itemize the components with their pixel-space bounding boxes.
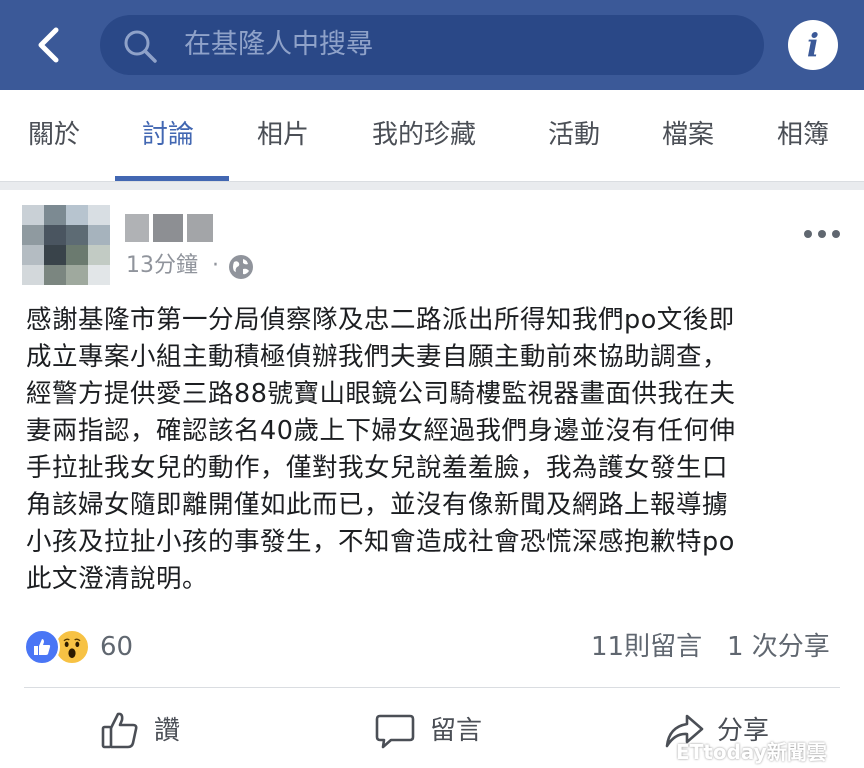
tab-albums[interactable]: 相簿 xyxy=(777,118,829,152)
like-button[interactable]: 讚 xyxy=(100,710,210,754)
tab-events[interactable]: 活動 xyxy=(548,118,600,152)
info-icon: i xyxy=(806,26,820,64)
tab-photos[interactable]: 相片 xyxy=(257,118,309,152)
group-tabs: 關於 討論 相片 我的珍藏 活動 檔案 相簿 xyxy=(0,90,864,182)
globe-icon xyxy=(229,255,253,279)
like-reaction-icon xyxy=(24,629,60,665)
tab-saved[interactable]: 我的珍藏 xyxy=(372,118,476,152)
post-meta-separator: · xyxy=(212,253,219,278)
post-card: 13分鐘 · 感謝基隆市第一分局偵察隊及忠二路派出所得知我們po文後即 成立專案… xyxy=(0,190,864,768)
section-divider xyxy=(0,182,864,190)
tab-discussion[interactable]: 討論 xyxy=(142,118,194,152)
comment-bubble-icon xyxy=(375,714,415,749)
tab-about[interactable]: 關於 xyxy=(28,118,80,152)
comment-count[interactable]: 11則留言 xyxy=(591,631,702,663)
share-count[interactable]: 1 次分享 xyxy=(727,631,830,663)
comment-button-label: 留言 xyxy=(430,716,483,746)
post-timestamp[interactable]: 13分鐘 xyxy=(126,252,198,280)
reaction-count: 60 xyxy=(100,632,134,662)
ettoday-watermark: ETtoday新聞雲 xyxy=(676,740,827,764)
back-arrow-icon xyxy=(38,27,59,63)
active-tab-indicator xyxy=(115,176,229,181)
info-button[interactable]: i xyxy=(788,20,838,70)
comment-button[interactable]: 留言 xyxy=(374,710,514,754)
tab-files[interactable]: 檔案 xyxy=(662,118,714,152)
like-button-label: 讚 xyxy=(154,716,181,746)
search-icon xyxy=(124,30,157,63)
back-button[interactable] xyxy=(24,20,74,70)
post-body-text: 感謝基隆市第一分局偵察隊及忠二路派出所得知我們po文後即 成立專案小組主動積極偵… xyxy=(26,305,736,594)
search-input[interactable]: 在基隆人中搜尋 xyxy=(100,15,764,75)
search-placeholder: 在基隆人中搜尋 xyxy=(184,29,373,60)
actions-divider xyxy=(24,687,840,688)
more-options-icon[interactable] xyxy=(802,226,842,242)
avatar[interactable] xyxy=(22,205,110,285)
thumbs-up-icon xyxy=(101,712,138,749)
author-name-redacted[interactable] xyxy=(125,214,215,242)
top-bar: 在基隆人中搜尋 i xyxy=(0,0,864,90)
